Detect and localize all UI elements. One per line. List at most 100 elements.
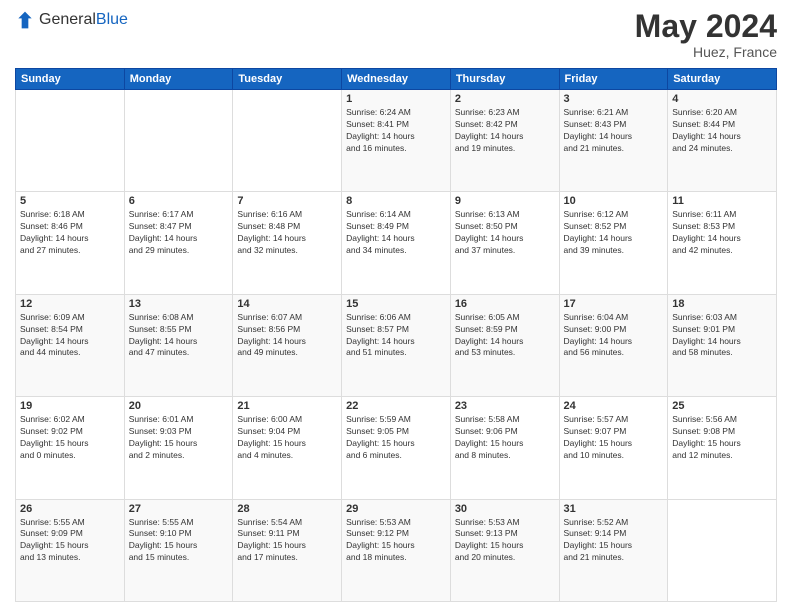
cell-7: 7 Sunrise: 6:16 AMSunset: 8:48 PMDaylight… [233,192,342,294]
cell-14: 14 Sunrise: 6:07 AMSunset: 8:56 PMDayligh… [233,294,342,396]
col-header-sunday: Sunday [16,69,125,90]
day-number: 17 [564,298,664,310]
cell-1: 1Sunrise: 6:24 AMSunset: 8:41 PMDaylight… [342,90,451,192]
day-number: 19 [20,400,120,412]
cell-2: 2Sunrise: 6:23 AMSunset: 8:42 PMDaylight… [450,90,559,192]
logo: GeneralBlue [15,10,128,30]
col-header-tuesday: Tuesday [233,69,342,90]
header: GeneralBlue May 2024 Huez, France [15,10,777,60]
day-detail: Sunrise: 6:07 AMSunset: 8:56 PMDaylight:… [237,312,337,360]
day-number: 9 [455,195,555,207]
day-number: 23 [455,400,555,412]
week-row-3: 12 Sunrise: 6:09 AMSunset: 8:54 PMDayligh… [16,294,777,396]
day-detail: Sunrise: 5:56 AMSunset: 9:08 PMDaylight:… [672,414,772,462]
cell-empty [233,90,342,192]
col-header-monday: Monday [124,69,233,90]
day-number: 8 [346,195,446,207]
day-number: 7 [237,195,337,207]
cell-16: 16 Sunrise: 6:05 AMSunset: 8:59 PMDayligh… [450,294,559,396]
day-detail: Sunrise: 6:14 AMSunset: 8:49 PMDaylight:… [346,209,446,257]
day-number: 2 [455,93,555,105]
day-number: 12 [20,298,120,310]
day-detail: Sunrise: 6:20 AMSunset: 8:44 PMDaylight:… [672,107,772,155]
logo-text: GeneralBlue [39,11,128,29]
cell-5: 5Sunrise: 6:18 AMSunset: 8:46 PMDaylight… [16,192,125,294]
day-number: 11 [672,195,772,207]
cell-18: 18 Sunrise: 6:03 AMSunset: 9:01 PMDayligh… [668,294,777,396]
cell-29: 29 Sunrise: 5:53 AMSunset: 9:12 PMDayligh… [342,499,451,601]
cell-15: 15Sunrise: 6:06 AMSunset: 8:57 PMDayligh… [342,294,451,396]
cell-31: 31Sunrise: 5:52 AMSunset: 9:14 PMDayligh… [559,499,668,601]
cell-17: 17 Sunrise: 6:04 AMSunset: 9:00 PMDayligh… [559,294,668,396]
calendar-table: SundayMondayTuesdayWednesdayThursdayFrid… [15,68,777,602]
day-detail: Sunrise: 6:03 AMSunset: 9:01 PMDaylight:… [672,312,772,360]
day-detail: Sunrise: 6:08 AMSunset: 8:55 PMDaylight:… [129,312,229,360]
day-number: 25 [672,400,772,412]
day-detail: Sunrise: 5:55 AMSunset: 9:10 PMDaylight:… [129,517,229,565]
logo-general: General [39,11,96,28]
day-number: 30 [455,503,555,515]
day-number: 27 [129,503,229,515]
cell-19: 19Sunrise: 6:02 AMSunset: 9:02 PMDayligh… [16,397,125,499]
cell-24: 24 Sunrise: 5:57 AMSunset: 9:07 PMDayligh… [559,397,668,499]
day-detail: Sunrise: 5:57 AMSunset: 9:07 PMDaylight:… [564,414,664,462]
col-header-thursday: Thursday [450,69,559,90]
cell-30: 30 Sunrise: 5:53 AMSunset: 9:13 PMDayligh… [450,499,559,601]
day-detail: Sunrise: 6:06 AMSunset: 8:57 PMDaylight:… [346,312,446,360]
page: GeneralBlue May 2024 Huez, France Sunday… [0,0,792,612]
location: Huez, France [635,44,777,60]
day-detail: Sunrise: 5:55 AMSunset: 9:09 PMDaylight:… [20,517,120,565]
day-detail: Sunrise: 6:21 AMSunset: 8:43 PMDaylight:… [564,107,664,155]
day-detail: Sunrise: 6:05 AMSunset: 8:59 PMDaylight:… [455,312,555,360]
cell-20: 20 Sunrise: 6:01 AMSunset: 9:03 PMDayligh… [124,397,233,499]
col-header-saturday: Saturday [668,69,777,90]
week-row-5: 26Sunrise: 5:55 AMSunset: 9:09 PMDayligh… [16,499,777,601]
cell-11: 11 Sunrise: 6:11 AMSunset: 8:53 PMDayligh… [668,192,777,294]
cell-6: 6Sunrise: 6:17 AMSunset: 8:47 PMDaylight… [124,192,233,294]
cell-9: 9 Sunrise: 6:13 AMSunset: 8:50 PMDaylight… [450,192,559,294]
day-detail: Sunrise: 5:54 AMSunset: 9:11 PMDaylight:… [237,517,337,565]
cell-27: 27 Sunrise: 5:55 AMSunset: 9:10 PMDayligh… [124,499,233,601]
logo-blue: Blue [96,11,128,28]
day-number: 10 [564,195,664,207]
day-detail: Sunrise: 6:16 AMSunset: 8:48 PMDaylight:… [237,209,337,257]
day-number: 3 [564,93,664,105]
day-number: 31 [564,503,664,515]
col-header-friday: Friday [559,69,668,90]
day-number: 16 [455,298,555,310]
week-row-2: 5Sunrise: 6:18 AMSunset: 8:46 PMDaylight… [16,192,777,294]
day-number: 20 [129,400,229,412]
day-detail: Sunrise: 6:12 AMSunset: 8:52 PMDaylight:… [564,209,664,257]
day-detail: Sunrise: 6:11 AMSunset: 8:53 PMDaylight:… [672,209,772,257]
day-detail: Sunrise: 5:53 AMSunset: 9:12 PMDaylight:… [346,517,446,565]
day-detail: Sunrise: 6:13 AMSunset: 8:50 PMDaylight:… [455,209,555,257]
header-row: SundayMondayTuesdayWednesdayThursdayFrid… [16,69,777,90]
day-detail: Sunrise: 6:18 AMSunset: 8:46 PMDaylight:… [20,209,120,257]
day-number: 28 [237,503,337,515]
day-detail: Sunrise: 5:58 AMSunset: 9:06 PMDaylight:… [455,414,555,462]
cell-28: 28 Sunrise: 5:54 AMSunset: 9:11 PMDayligh… [233,499,342,601]
month-title: May 2024 [635,10,777,42]
cell-4: 4 Sunrise: 6:20 AMSunset: 8:44 PMDaylight… [668,90,777,192]
day-detail: Sunrise: 6:00 AMSunset: 9:04 PMDaylight:… [237,414,337,462]
week-row-1: 1Sunrise: 6:24 AMSunset: 8:41 PMDaylight… [16,90,777,192]
cell-23: 23 Sunrise: 5:58 AMSunset: 9:06 PMDayligh… [450,397,559,499]
cell-empty [668,499,777,601]
cell-empty [16,90,125,192]
day-detail: Sunrise: 6:01 AMSunset: 9:03 PMDaylight:… [129,414,229,462]
day-number: 21 [237,400,337,412]
day-detail: Sunrise: 5:53 AMSunset: 9:13 PMDaylight:… [455,517,555,565]
day-number: 14 [237,298,337,310]
day-number: 22 [346,400,446,412]
day-number: 18 [672,298,772,310]
cell-21: 21 Sunrise: 6:00 AMSunset: 9:04 PMDayligh… [233,397,342,499]
day-number: 24 [564,400,664,412]
cell-25: 25 Sunrise: 5:56 AMSunset: 9:08 PMDayligh… [668,397,777,499]
day-detail: Sunrise: 6:09 AMSunset: 8:54 PMDaylight:… [20,312,120,360]
day-detail: Sunrise: 6:04 AMSunset: 9:00 PMDaylight:… [564,312,664,360]
cell-10: 10 Sunrise: 6:12 AMSunset: 8:52 PMDayligh… [559,192,668,294]
day-number: 4 [672,93,772,105]
day-number: 13 [129,298,229,310]
header-right: May 2024 Huez, France [635,10,777,60]
day-number: 29 [346,503,446,515]
